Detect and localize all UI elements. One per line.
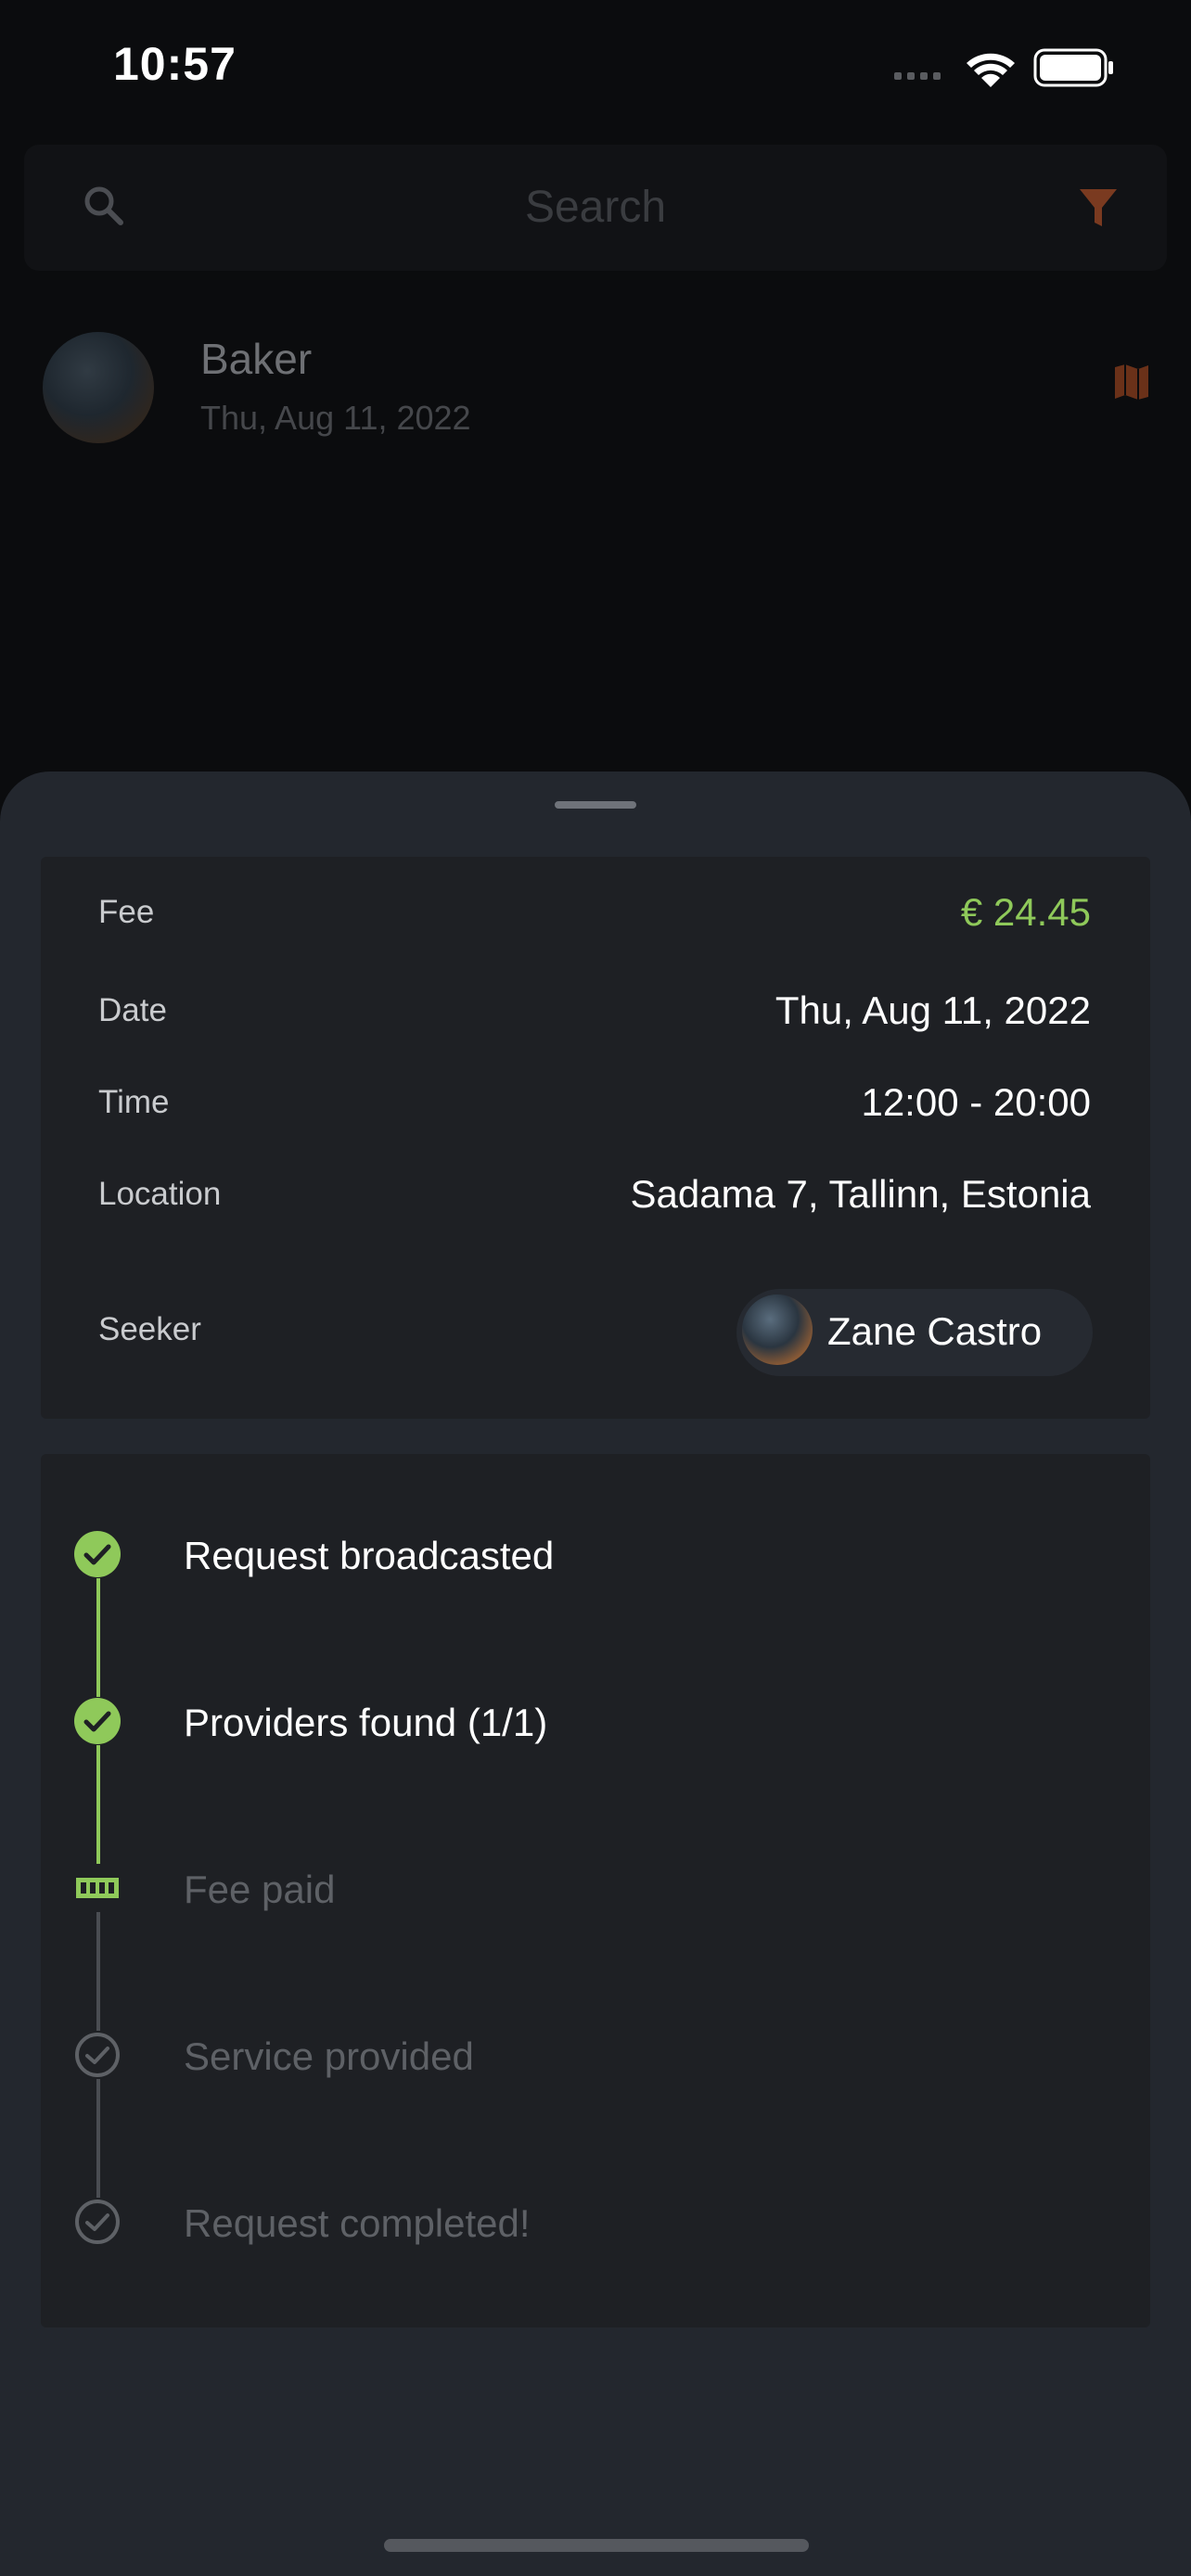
filter-icon[interactable] [1078, 185, 1119, 235]
banknote-icon [74, 1865, 121, 1911]
fee-value: € 24.45 [960, 890, 1091, 934]
step-connector [96, 1912, 100, 2031]
search-input[interactable]: Search [24, 182, 1167, 233]
battery-icon [1033, 48, 1113, 87]
step-label: Fee paid [184, 1868, 336, 1911]
step-label: Request completed! [184, 2201, 531, 2245]
step-label: Request broadcasted [184, 1534, 555, 1577]
time-row: Time 12:00 - 20:00 [98, 1078, 1091, 1134]
wifi-icon [967, 53, 1015, 87]
step-connector [96, 1745, 100, 1864]
step-fee-paid: Fee paid [74, 1860, 1095, 1916]
seeker-name: Zane Castro [827, 1309, 1043, 1353]
list-item-title: Baker [200, 335, 313, 383]
step-connector [96, 1578, 100, 1697]
map-icon[interactable] [1113, 363, 1150, 405]
time-value: 12:00 - 20:00 [861, 1080, 1091, 1124]
status-icons [894, 45, 1117, 91]
status-bar: 10:57 [0, 0, 1191, 139]
check-circle-outline-icon [74, 2032, 121, 2078]
location-label: Location [98, 1176, 222, 1212]
fee-row: Fee € 24.45 [98, 888, 1091, 944]
fee-label: Fee [98, 894, 155, 930]
avatar [43, 332, 154, 443]
step-connector [96, 2079, 100, 2198]
avatar [742, 1294, 813, 1365]
check-circle-icon [74, 1531, 121, 1577]
seeker-chip[interactable]: Zane Castro [736, 1289, 1093, 1376]
list-item[interactable]: Baker Thu, Aug 11, 2022 [0, 325, 1191, 454]
details-card: Fee € 24.45 Date Thu, Aug 11, 2022 Time … [41, 857, 1150, 1419]
search-bar[interactable]: Search [24, 145, 1167, 271]
status-time: 10:57 [113, 38, 237, 90]
list-item-date: Thu, Aug 11, 2022 [200, 399, 471, 437]
date-label: Date [98, 992, 167, 1028]
location-value: Sadama 7, Tallinn, Estonia [630, 1172, 1091, 1216]
step-request-completed: Request completed! [74, 2194, 1095, 2250]
progress-card: Request broadcasted Providers found (1/1… [41, 1454, 1150, 2327]
date-row: Date Thu, Aug 11, 2022 [98, 987, 1091, 1042]
step-label: Service provided [184, 2034, 474, 2078]
step-request-broadcasted: Request broadcasted [74, 1526, 1095, 1582]
time-label: Time [98, 1084, 170, 1120]
check-circle-outline-icon [74, 2199, 121, 2245]
date-value: Thu, Aug 11, 2022 [775, 988, 1091, 1032]
home-indicator[interactable] [384, 2539, 809, 2552]
step-providers-found: Providers found (1/1) [74, 1693, 1095, 1749]
check-circle-icon [74, 1698, 121, 1744]
bottom-sheet: Fee € 24.45 Date Thu, Aug 11, 2022 Time … [0, 772, 1191, 2576]
sheet-drag-handle[interactable] [555, 801, 636, 809]
location-row: Location Sadama 7, Tallinn, Estonia [98, 1170, 1091, 1226]
step-service-provided: Service provided [74, 2027, 1095, 2083]
cellular-signal-icon [894, 72, 941, 80]
step-label: Providers found (1/1) [184, 1701, 548, 1744]
seeker-label: Seeker [98, 1311, 201, 1347]
seeker-row: Seeker Zane Castro [98, 1289, 1093, 1376]
